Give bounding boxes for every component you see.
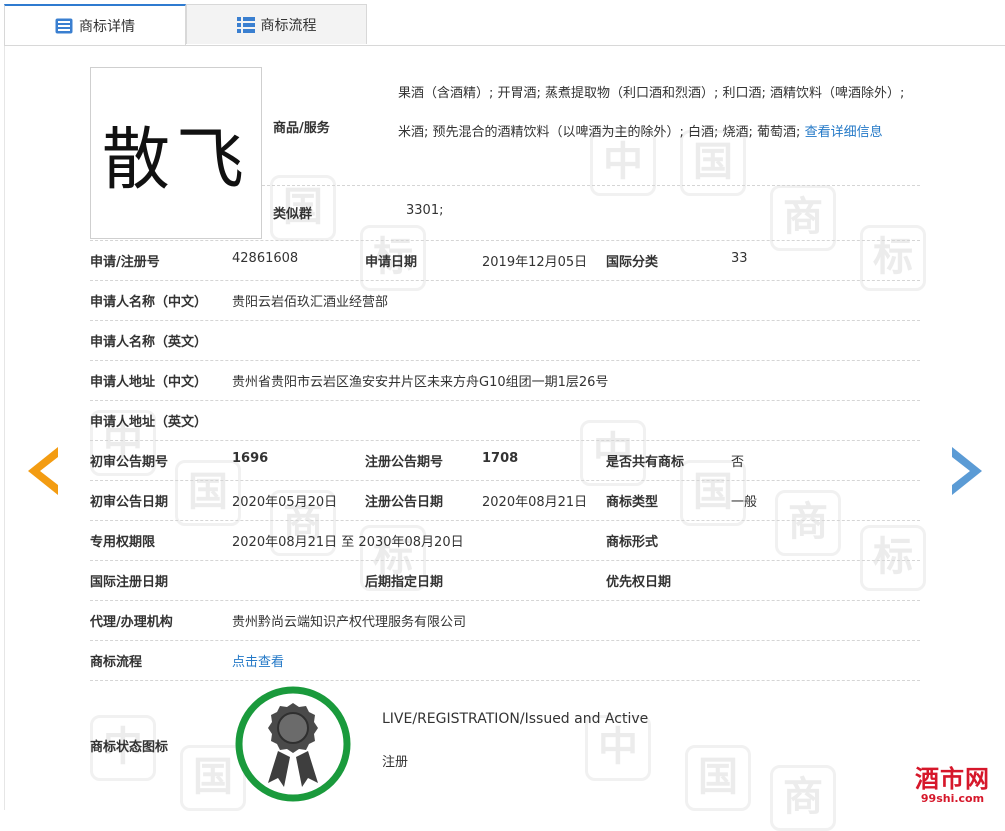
reg-issue-value: 1708 — [482, 451, 519, 466]
goods-label: 商品/服务 — [273, 121, 330, 136]
shared-label: 是否共有商标 — [606, 455, 685, 470]
applicant-cn-value: 贵阳云岩佰玖汇酒业经营部 — [232, 295, 389, 310]
divider — [90, 240, 920, 241]
flow-label: 商标流程 — [90, 655, 143, 670]
prelim-date-value: 2020年05月20日 — [232, 495, 338, 510]
reg-date-value: 2020年08月21日 — [482, 495, 588, 510]
divider — [90, 280, 920, 281]
reg-date-label: 注册公告日期 — [365, 495, 444, 510]
prelim-issue-value: 1696 — [232, 451, 269, 466]
status-english: LIVE/REGISTRATION/Issued and Active — [382, 711, 649, 727]
site-logo: 酒市网 99shi.com — [900, 765, 1005, 810]
flow-view-link[interactable]: 点击查看 — [232, 651, 284, 670]
similar-group-label: 类似群 — [273, 207, 313, 222]
prelim-issue-label: 初审公告期号 — [90, 455, 169, 470]
intl-reg-date-label: 国际注册日期 — [90, 575, 169, 590]
priority-date-label: 优先权日期 — [606, 575, 672, 590]
goods-more-link[interactable]: 查看详细信息 — [805, 125, 883, 140]
prev-arrow-icon[interactable] — [22, 445, 62, 497]
exclusive-value: 2020年08月21日 至 2030年08月20日 — [232, 535, 464, 550]
applicant-en-label: 申请人名称（英文） — [90, 335, 208, 350]
trademark-image: 散飞 — [90, 67, 262, 239]
reg-no-label: 申请/注册号 — [90, 255, 160, 270]
later-date-label: 后期指定日期 — [365, 575, 444, 590]
prelim-date-label: 初审公告日期 — [90, 495, 169, 510]
divider — [90, 320, 920, 321]
similar-group-value: 3301; — [406, 203, 444, 218]
trademark-detail: 散飞 商品/服务 果酒（含酒精）; 开胃酒; 蒸煮提取物（利口酒和烈酒）; 利口… — [0, 0, 1005, 810]
divider — [90, 480, 920, 481]
divider — [90, 400, 920, 401]
divider — [90, 360, 920, 361]
divider — [90, 440, 920, 441]
tm-type-label: 商标类型 — [606, 495, 659, 510]
divider — [262, 185, 920, 186]
next-arrow-icon[interactable] — [948, 445, 988, 497]
goods-text: 果酒（含酒精）; 开胃酒; 蒸煮提取物（利口酒和烈酒）; 利口酒; 酒精饮料（啤… — [398, 74, 920, 152]
tm-form-label: 商标形式 — [606, 535, 659, 550]
applicant-cn-label: 申请人名称（中文） — [90, 295, 208, 310]
agent-label: 代理/办理机构 — [90, 615, 173, 630]
divider — [90, 680, 920, 681]
address-en-label: 申请人地址（英文） — [90, 415, 208, 430]
apply-date-value: 2019年12月05日 — [482, 255, 588, 270]
reg-issue-label: 注册公告期号 — [365, 455, 444, 470]
tm-type-value: 一般 — [731, 495, 758, 510]
site-logo-domain: 99shi.com — [920, 792, 985, 805]
site-logo-name: 酒市网 — [915, 765, 990, 793]
award-ribbon-icon — [235, 686, 351, 802]
exclusive-label: 专用权期限 — [90, 535, 156, 550]
divider — [90, 560, 920, 561]
status-label: 商标状态图标 — [90, 740, 169, 755]
divider — [90, 600, 920, 601]
intl-class-value: 33 — [731, 251, 748, 266]
divider — [90, 640, 920, 641]
apply-date-label: 申请日期 — [365, 255, 418, 270]
shared-value: 否 — [731, 455, 745, 470]
status-chinese: 注册 — [382, 755, 409, 770]
address-cn-label: 申请人地址（中文） — [90, 375, 208, 390]
agent-value: 贵州黔尚云端知识产权代理服务有限公司 — [232, 615, 467, 630]
reg-no-value: 42861608 — [232, 251, 299, 266]
intl-class-label: 国际分类 — [606, 255, 659, 270]
address-cn-value: 贵州省贵阳市云岩区渔安安井片区未来方舟G10组团一期1层26号 — [232, 375, 609, 390]
divider — [90, 520, 920, 521]
